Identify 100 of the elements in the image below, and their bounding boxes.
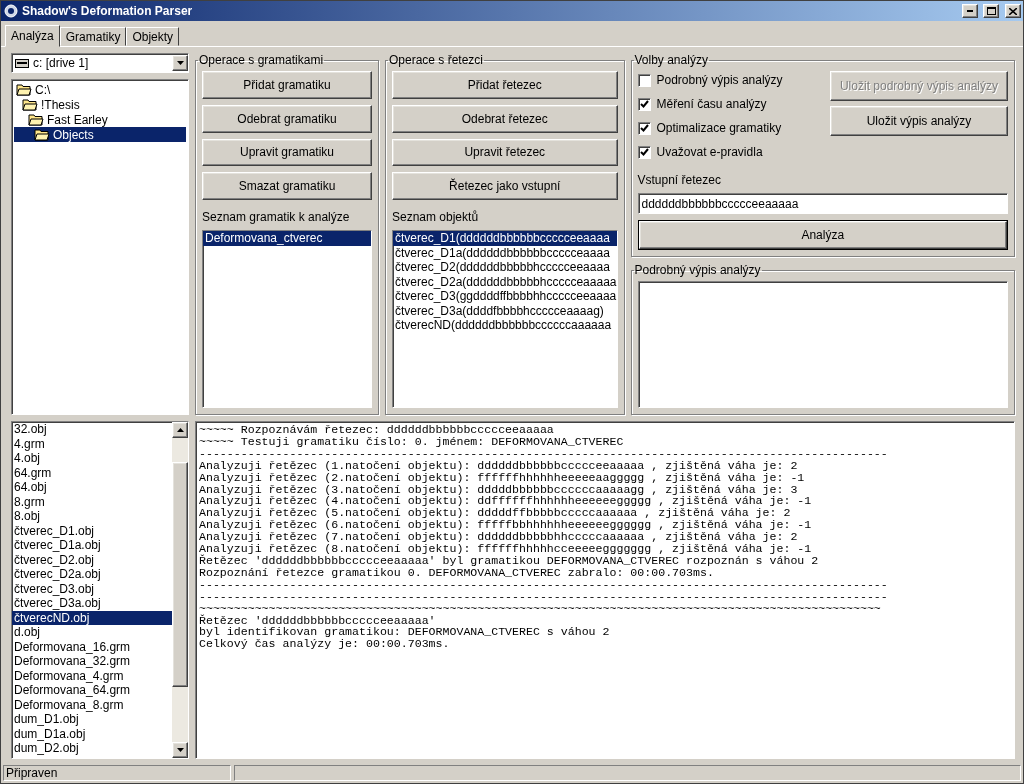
file-item[interactable]: Deformovana_4.grm — [12, 668, 172, 683]
close-icon — [1009, 7, 1017, 15]
list-item[interactable]: Deformovana_ctverec — [203, 231, 371, 246]
maximize-icon — [986, 7, 996, 15]
group-title: Operace s gramatikami — [198, 53, 325, 67]
log-line: --------------------------------------------------------------------------------------------------- — [199, 578, 889, 591]
folder-tree-item[interactable]: Objects — [14, 127, 186, 142]
log-line: --------------------------------------------------------------------------------------------------- — [199, 590, 889, 603]
list-label: Seznam gramatik k analýze — [202, 210, 351, 224]
folder-icon — [34, 128, 50, 141]
log-line: Řetězec 'ddddddbbbbbbccccceeaaaaa' — [199, 614, 437, 627]
file-item[interactable]: 4.grm — [12, 436, 172, 451]
file-item[interactable]: čtverec_D1.obj — [12, 523, 172, 538]
file-item[interactable]: čtverec_D2.obj — [12, 552, 172, 567]
checkbox[interactable] — [637, 145, 651, 159]
file-item[interactable]: čtverec_D1a.obj — [12, 538, 172, 553]
action-button[interactable]: Přidat gramatiku — [202, 71, 372, 99]
folder-icon — [28, 113, 44, 126]
tab[interactable]: Objekty — [126, 27, 180, 46]
action-button[interactable]: Upravit gramatiku — [202, 138, 372, 167]
log-line: Analyzuji řetězec (8.natočení objektu): ffffffhhhhhcceeeeeggggggg , zjištěná váha je: -1 — [199, 543, 813, 555]
folder-icon — [16, 83, 32, 96]
input-field[interactable]: ddddddbbbbbbccccceeaaaaa — [637, 193, 1008, 214]
log-line: Analyzuji řetězec (2.natočení objektu): ffffffhhhhhheeeeeaaggggg , zjištěná váha je: -1 — [199, 471, 806, 484]
checkbox[interactable] — [637, 121, 651, 135]
window-title: Shadow's Deformation Parser — [22, 4, 194, 18]
scroll-thumb[interactable] — [172, 462, 188, 687]
drive-icon — [15, 58, 29, 68]
file-item[interactable]: 4.obj — [12, 451, 172, 466]
file-item[interactable]: 32.obj — [12, 422, 172, 437]
app-icon — [4, 4, 18, 18]
scroll-up-button[interactable] — [172, 422, 188, 438]
log-line: ~~~~~~~~~~~~~~~~~~~~~~~~~~~~~~~~~~~~~~~~~~~~~~~~~~~~~~~~~~~~~~~~~~~~~~~~~~~~~~~~~~~~~~~~~~~~~~~~~~ — [199, 602, 882, 615]
file-item[interactable]: 64.obj — [12, 480, 172, 495]
maximize-button[interactable] — [983, 4, 999, 18]
minimize-icon — [967, 10, 973, 12]
file-item[interactable]: d.obj — [12, 625, 172, 640]
log-line: ~~~~~ Testuji gramatiku číslo: 0. jménem: DEFORMOVANA_CTVEREC — [199, 435, 625, 448]
up-arrow-icon — [176, 428, 184, 432]
log-line: Řetězec 'ddddddbbbbbbccccceeaaaaa' byl gramatikou DEFORMOVANA_CTVEREC rozpoznán s váhou 2 — [199, 554, 820, 567]
list-item[interactable]: čtverec_D3(ggddddffbbbbhhccccceeaaaa — [393, 289, 617, 304]
checkbox-label: Optimalizace gramatiky — [656, 121, 782, 135]
folder-tree-item[interactable]: Fast Earley — [14, 112, 186, 127]
drive-select[interactable]: c: [drive 1] — [11, 53, 189, 73]
file-item[interactable]: čtverec_D2a.obj — [12, 567, 172, 582]
tab[interactable]: Gramatiky — [59, 27, 127, 46]
file-item[interactable]: čtverecND.obj — [12, 610, 172, 625]
list-item[interactable]: čtverec_D1a(ddddddbbbbbbccccceaaaa — [393, 245, 617, 260]
scroll-down-button[interactable] — [172, 742, 188, 758]
file-item[interactable]: 8.obj — [12, 509, 172, 524]
list-item[interactable]: čtverec_D2a(ddddddbbbbbhccccceaaaaa — [393, 274, 617, 289]
action-button[interactable]: Přidat řetezec — [392, 71, 618, 99]
file-item[interactable]: 64.grm — [12, 465, 172, 480]
analyze-button[interactable]: Analýza — [637, 220, 1008, 250]
action-button[interactable]: Smazat gramatiku — [202, 172, 372, 200]
file-item[interactable]: 8.grm — [12, 494, 172, 509]
caret-icon — [176, 61, 184, 65]
group-title: Podrobný výpis analýzy — [633, 263, 762, 277]
log-line: Analyzuji řetězec (1.natočení objektu): ddddddbbbbbbccccceeaaaaa , zjištěná váha je: 2 — [199, 459, 799, 472]
minimize-button[interactable] — [962, 4, 978, 18]
checkbox[interactable] — [637, 73, 651, 87]
file-item[interactable]: Deformovana_32.grm — [12, 654, 172, 669]
checkbox-label: Podrobný výpis analýzy — [656, 73, 783, 87]
list-item[interactable]: čtverecND(ddddddbbbbbbccccccaaaaaa — [393, 318, 617, 333]
checkbox-label: Uvažovat e-pravidla — [656, 145, 763, 159]
action-button[interactable]: Odebrat řetezec — [392, 104, 618, 133]
log-line: Analyzuji řetězec (6.natočení objektu): fffffbbhhhhhheeeeeegggggg , zjištěná váha je: -1 — [199, 519, 813, 532]
file-item[interactable]: Deformovana_8.grm — [12, 697, 172, 712]
close-button[interactable] — [1005, 4, 1021, 18]
log-line: Analyzuji řetězec (5.natočení objektu): dddddffbbbbbcccccaaaaaa , zjištěná váha je: 2 — [199, 507, 792, 520]
file-item[interactable]: dum_D1a.obj — [12, 726, 172, 741]
group-title: Operace s řetezci — [388, 53, 485, 67]
save-button[interactable]: Uložit výpis analýzy — [830, 106, 1008, 136]
action-button[interactable]: Odebrat gramatiku — [202, 104, 372, 133]
list-item[interactable]: čtverec_D2(ddddddbbbbbhccccceeaaaa — [393, 260, 617, 275]
group-title: Volby analýzy — [633, 53, 709, 67]
log-line: Analyzuji řetězec (4.natočení objektu): ddffffffhhhhhheeeeeeggggg , zjištěná váha je: -1 — [199, 495, 813, 508]
log-line: Analyzuji řetězec (3.natočení objektu): dddddbbbbbbccccccaaaaagg , zjištěná váha je: 3 — [199, 483, 799, 496]
action-button[interactable]: Upravit řetezec — [392, 138, 618, 167]
folder-tree-item[interactable]: !Thesis — [14, 97, 186, 112]
dropdown-button[interactable] — [172, 55, 188, 71]
scrollbar[interactable] — [172, 422, 188, 758]
file-item[interactable]: Deformovana_16.grm — [12, 639, 172, 654]
checkbox[interactable] — [637, 97, 651, 111]
file-item[interactable]: dum_D1.obj — [12, 712, 172, 727]
file-item[interactable]: čtverec_D3.obj — [12, 581, 172, 596]
file-item[interactable]: čtverec_D3a.obj — [12, 596, 172, 611]
folder-icon — [22, 98, 38, 111]
tab[interactable]: Analýza — [5, 25, 60, 47]
list-label: Seznam objektů — [392, 210, 480, 224]
log-line: byl identifikovan gramatikou: DEFORMOVANA_CTVEREC s váhou 2 — [199, 626, 611, 639]
action-button[interactable]: Řetezec jako vstupní — [392, 172, 618, 200]
list-item[interactable]: čtverec_D1(ddddddbbbbbbccccceeaaaa — [393, 231, 617, 246]
file-item[interactable]: Deformovana_64.grm — [12, 683, 172, 698]
status-text: Připraven — [3, 765, 231, 781]
list-item[interactable]: čtverec_D3a(ddddfbbbbhccccceaaaag) — [393, 303, 617, 318]
file-item[interactable]: dum_D2.obj — [12, 741, 172, 756]
log-line: Analyzuji řetězec (7.natočení objektu): ddddddbbbbbhhcccccaaaaaa , zjištěná váha je: 2 — [199, 531, 799, 544]
log-line: Rozpoznání řetezce gramatikou 0. DEFORMOVANA_CTVEREC zabralo: 00:00.703ms. — [199, 566, 714, 579]
folder-tree-item[interactable]: C:\ — [14, 82, 186, 97]
